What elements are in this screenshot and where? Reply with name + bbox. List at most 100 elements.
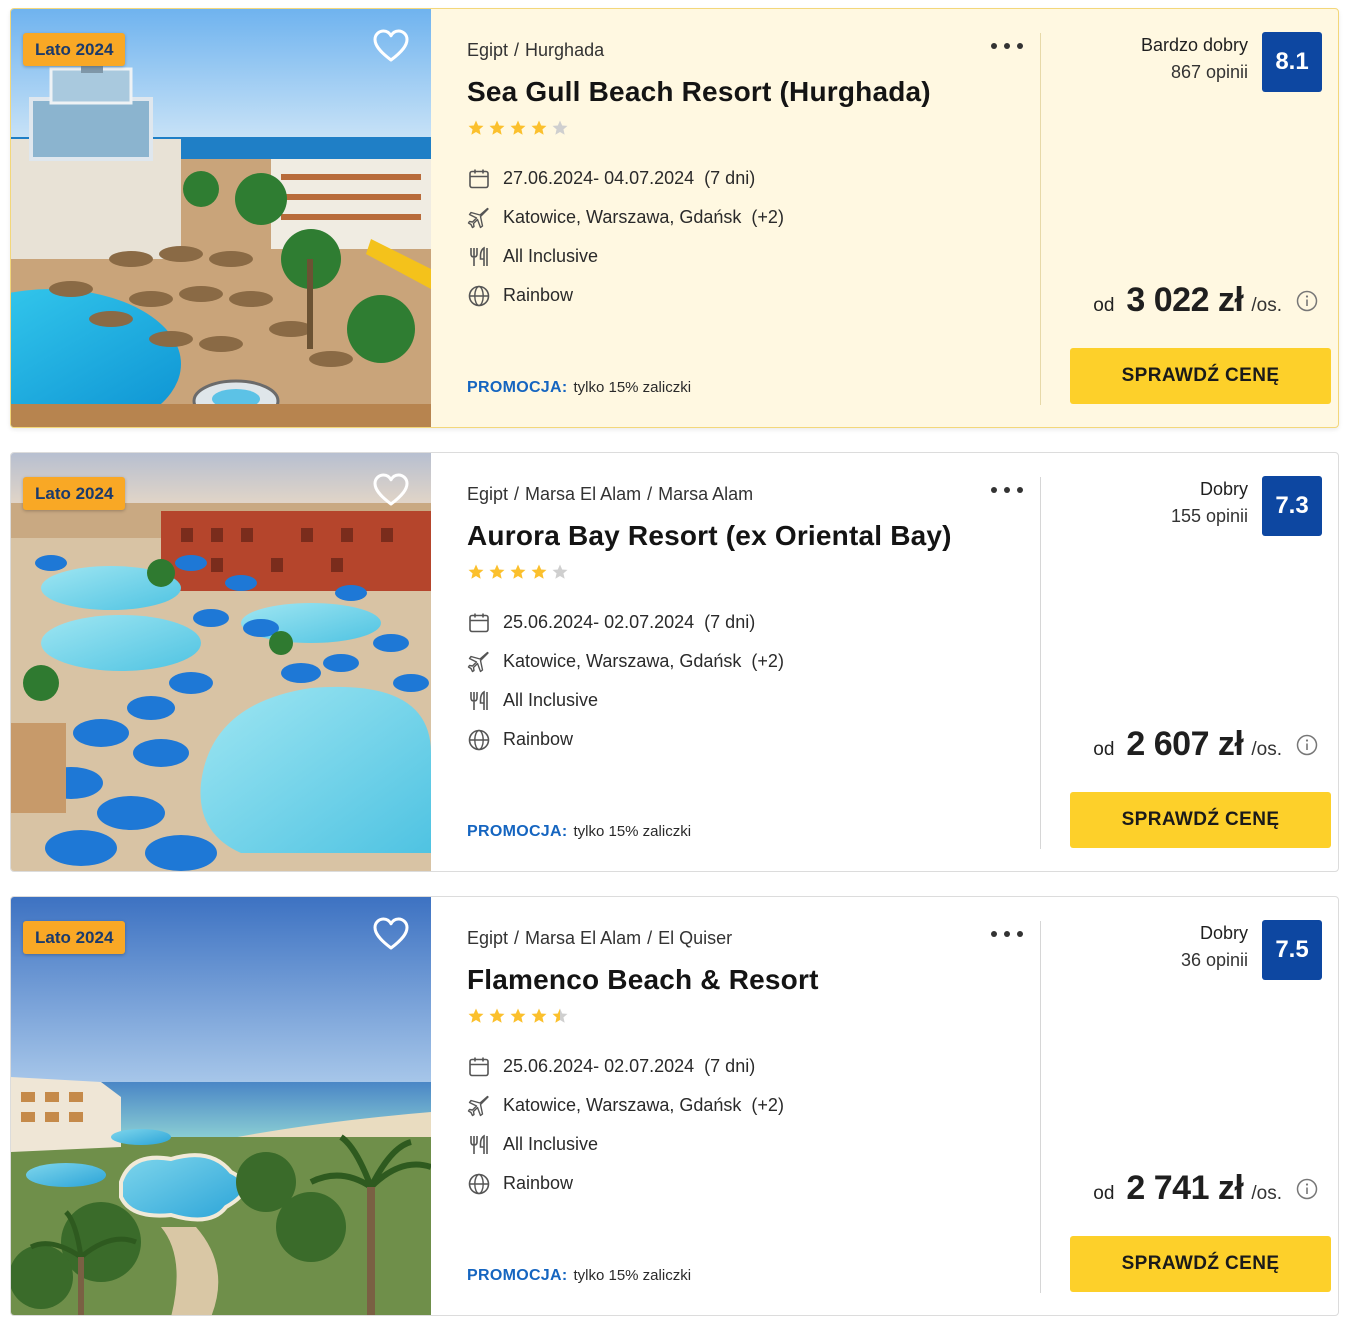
hotel-photo-image: [11, 9, 431, 427]
review-summary[interactable]: Dobry 36 opinii 7.5: [1181, 920, 1322, 980]
rating-score: 7.5: [1262, 920, 1322, 980]
more-dots-icon[interactable]: [991, 927, 1023, 941]
fact-departures: Katowice, Warszawa, Gdańsk (+2): [467, 198, 1041, 237]
operator-text: Rainbow: [503, 1173, 574, 1193]
price-amount: 3 022 zł: [1126, 281, 1244, 319]
offer-details: Egipt / Marsa El Alam / El Quiser Flamenco B…: [431, 897, 1041, 1315]
star-full-icon: [531, 564, 547, 579]
offer-card[interactable]: Lato 2024 Egipt / Marsa El Alam / El Quiser …: [10, 896, 1339, 1316]
heart-outline-icon[interactable]: [373, 917, 409, 951]
fact-board: All Inclusive: [467, 237, 1041, 276]
star-full-icon: [468, 120, 484, 135]
check-price-button[interactable]: SPRAWDŹ CENĘ: [1070, 1236, 1331, 1292]
departures-text: Katowice, Warszawa, Gdańsk: [503, 651, 742, 671]
check-price-button[interactable]: SPRAWDŹ CENĘ: [1070, 348, 1331, 404]
operator-text: Rainbow: [503, 729, 574, 749]
price-prefix: od: [1093, 739, 1115, 760]
board-text: All Inclusive: [503, 1134, 599, 1154]
info-icon[interactable]: [1296, 290, 1318, 312]
check-price-button[interactable]: SPRAWDŹ CENĘ: [1070, 792, 1331, 848]
star-full-icon: [510, 564, 526, 579]
price-panel: Dobry 155 opinii 7.3 od 2 607 zł /os. SP…: [1041, 453, 1338, 871]
offer-facts: 27.06.2024- 04.07.2024 (7 dni) Katowice, …: [467, 159, 1041, 315]
hotel-photo[interactable]: Lato 2024: [11, 897, 431, 1315]
breadcrumb: Egipt / Marsa El Alam / Marsa Alam: [467, 484, 754, 504]
price-amount: 2 741 zł: [1126, 1169, 1244, 1207]
breadcrumb-region[interactable]: Hurghada: [525, 40, 604, 60]
review-count: 867 opinii: [1170, 62, 1248, 82]
breadcrumb-region[interactable]: Marsa El Alam: [525, 484, 641, 504]
promo-note: PROMOCJA: tylko 15% zaliczki: [467, 379, 691, 397]
fact-dates: 27.06.2024- 04.07.2024 (7 dni): [467, 159, 1041, 198]
promo-label: PROMOCJA:: [467, 823, 568, 840]
offer-card[interactable]: Lato 2024 Egipt / Marsa El Alam / Marsa Alam…: [10, 452, 1339, 872]
more-dots-icon[interactable]: [991, 39, 1023, 53]
rating-label: Dobry: [1199, 479, 1248, 499]
price-block: od 2 741 zł /os.: [1093, 1169, 1318, 1208]
fact-board: All Inclusive: [467, 681, 1041, 720]
star-empty-icon: [552, 564, 568, 579]
calendar-icon: [469, 613, 489, 632]
dates-text: 27.06.2024- 04.07.2024: [503, 168, 695, 188]
hotel-photo-image: [11, 897, 431, 1315]
fact-departures: Katowice, Warszawa, Gdańsk (+2): [467, 1086, 1041, 1125]
season-badge: Lato 2024: [23, 477, 126, 510]
breadcrumb: Egipt / Marsa El Alam / El Quiser: [467, 928, 733, 948]
breadcrumb: Egipt / Hurghada: [467, 40, 605, 60]
hotel-photo[interactable]: Lato 2024: [11, 453, 431, 871]
more-dots-icon[interactable]: [991, 483, 1023, 497]
breadcrumb-city[interactable]: Marsa Alam: [658, 484, 753, 504]
review-summary[interactable]: Bardzo dobry 867 opinii 8.1: [1141, 32, 1322, 92]
heart-outline-icon[interactable]: [373, 29, 409, 63]
star-rating: [467, 1007, 1041, 1025]
season-badge: Lato 2024: [23, 921, 126, 954]
rating-label: Bardzo dobry: [1140, 35, 1248, 55]
price-block: od 2 607 zł /os.: [1093, 725, 1318, 764]
heart-outline-icon[interactable]: [373, 473, 409, 507]
offer-details: Egipt / Marsa El Alam / Marsa Alam Aurora Ba…: [431, 453, 1041, 871]
fact-operator: Rainbow: [467, 720, 1041, 759]
info-icon[interactable]: [1296, 734, 1318, 756]
departures-more[interactable]: (+2): [751, 207, 784, 228]
duration-text: (7 dni): [704, 612, 756, 632]
promo-text: tylko 15% zaliczki: [573, 1267, 692, 1284]
price-prefix: od: [1093, 1183, 1115, 1204]
offer-card[interactable]: Lato 2024 Egipt / Hurghada Sea Gull Beach …: [10, 8, 1339, 428]
globe-icon: [468, 285, 490, 306]
departures-more[interactable]: (+2): [751, 651, 784, 672]
fact-dates: 25.06.2024- 02.07.2024 (7 dni): [467, 1047, 1041, 1086]
promo-label: PROMOCJA:: [467, 379, 568, 396]
dates-text: 25.06.2024- 02.07.2024: [503, 1056, 695, 1076]
cutlery-icon: [470, 690, 488, 710]
review-count: 36 opinii: [1180, 950, 1248, 970]
cutlery-icon: [470, 1134, 488, 1154]
star-empty-icon: [552, 120, 568, 135]
review-summary[interactable]: Dobry 155 opinii 7.3: [1171, 476, 1322, 536]
hotel-name[interactable]: Aurora Bay Resort (ex Oriental Bay): [467, 519, 1041, 553]
season-badge: Lato 2024: [23, 33, 126, 66]
departures-more[interactable]: (+2): [751, 1095, 784, 1116]
breadcrumb-city[interactable]: El Quiser: [658, 928, 732, 948]
info-icon[interactable]: [1296, 1178, 1318, 1200]
star-rating: [467, 119, 1041, 137]
price-suffix: /os.: [1251, 739, 1282, 760]
breadcrumb-country[interactable]: Egipt: [467, 928, 508, 948]
star-full-icon: [489, 120, 505, 135]
rating-score: 8.1: [1262, 32, 1322, 92]
breadcrumb-country[interactable]: Egipt: [467, 484, 508, 504]
globe-icon: [468, 729, 490, 750]
hotel-name[interactable]: Sea Gull Beach Resort (Hurghada): [467, 75, 1041, 109]
duration-text: (7 dni): [704, 1056, 756, 1076]
hotel-name[interactable]: Flamenco Beach & Resort: [467, 963, 1041, 997]
fact-board: All Inclusive: [467, 1125, 1041, 1164]
breadcrumb-country[interactable]: Egipt: [467, 40, 508, 60]
promo-text: tylko 15% zaliczki: [573, 379, 692, 396]
star-full-icon: [489, 564, 505, 579]
dates-text: 25.06.2024- 02.07.2024: [503, 612, 695, 632]
price-block: od 3 022 zł /os.: [1093, 281, 1318, 320]
hotel-photo-image: [11, 453, 431, 871]
breadcrumb-region[interactable]: Marsa El Alam: [525, 928, 641, 948]
price-suffix: /os.: [1251, 1183, 1282, 1204]
hotel-photo[interactable]: Lato 2024: [11, 9, 431, 427]
price-suffix: /os.: [1251, 295, 1282, 316]
